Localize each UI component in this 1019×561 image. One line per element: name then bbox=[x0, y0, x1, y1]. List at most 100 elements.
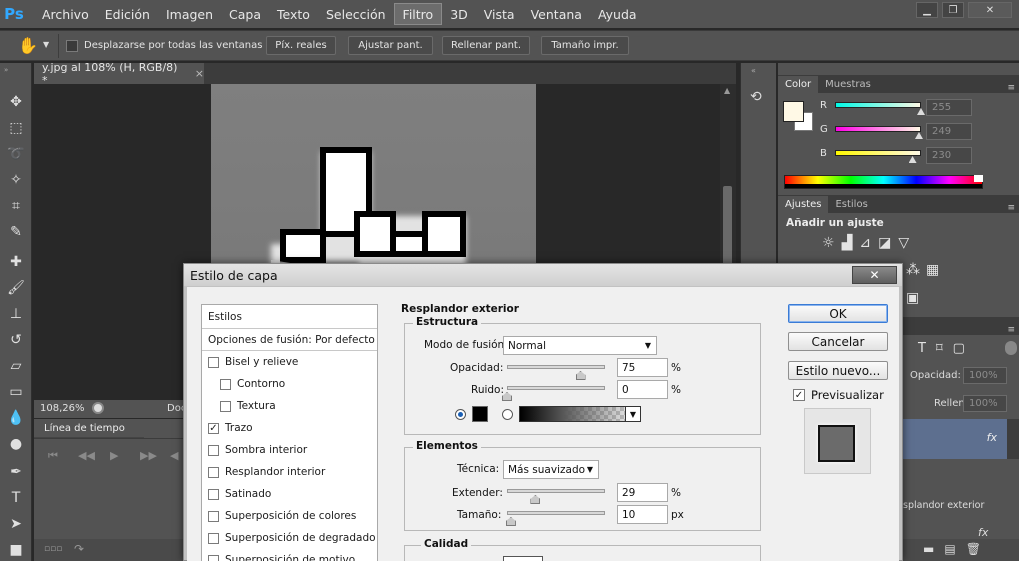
pen-tool-icon[interactable]: ✒ bbox=[4, 461, 28, 483]
checkbox-icon[interactable] bbox=[208, 356, 219, 368]
opacity-slider-track[interactable] bbox=[507, 365, 605, 369]
convert-icon[interactable]: ↷ bbox=[74, 542, 84, 556]
size-slider-track[interactable] bbox=[507, 511, 605, 515]
spread-slider-thumb[interactable] bbox=[530, 495, 541, 504]
channel-slider-g[interactable] bbox=[835, 126, 921, 132]
solid-color-radio[interactable] bbox=[455, 409, 466, 420]
menu-texto[interactable]: Texto bbox=[269, 3, 318, 25]
checkbox-icon[interactable] bbox=[208, 488, 219, 500]
opacity-input[interactable]: 75 bbox=[617, 358, 668, 377]
noise-slider-track[interactable] bbox=[507, 386, 605, 390]
style-item-trazo[interactable]: ✓ Trazo bbox=[202, 417, 377, 439]
gradient-tool-icon[interactable]: ▭ bbox=[4, 381, 28, 403]
color-lookup-icon[interactable]: ▦ bbox=[926, 262, 939, 278]
ok-button[interactable]: OK bbox=[788, 304, 888, 323]
new-style-button[interactable]: Estilo nuevo... bbox=[788, 361, 888, 380]
style-item-sombra-interior[interactable]: Sombra interior bbox=[202, 439, 377, 461]
style-item-contorno[interactable]: Contorno bbox=[202, 373, 377, 395]
scroll-up-icon[interactable]: ▲ bbox=[724, 86, 730, 95]
magic-wand-tool-icon[interactable]: ✧ bbox=[4, 169, 28, 191]
channel-mixer-icon[interactable]: ⁂ bbox=[906, 262, 920, 278]
eraser-tool-icon[interactable]: ▱ bbox=[4, 355, 28, 377]
gradient-radio[interactable] bbox=[502, 409, 513, 420]
menu-imagen[interactable]: Imagen bbox=[158, 3, 221, 25]
shape-tool-icon[interactable]: ■ bbox=[4, 539, 28, 561]
style-item-resplandor-interior[interactable]: Resplandor interior bbox=[202, 461, 377, 483]
dialog-close-button[interactable]: ✕ bbox=[852, 266, 897, 284]
audio-icon[interactable]: ◀ bbox=[170, 449, 178, 462]
fill-screen-button[interactable]: Rellenar pant. bbox=[442, 36, 530, 55]
marquee-tool-icon[interactable]: ⬚ bbox=[4, 117, 28, 139]
dodge-tool-icon[interactable]: ● bbox=[4, 433, 28, 455]
opacity-slider-thumb[interactable] bbox=[575, 371, 586, 380]
tab-styles[interactable]: Estilos bbox=[828, 196, 874, 213]
path-selection-tool-icon[interactable]: ➤ bbox=[4, 513, 28, 535]
chevron-down-icon[interactable]: ▼ bbox=[625, 407, 640, 421]
channel-slider-b[interactable] bbox=[835, 150, 921, 156]
history-brush-tool-icon[interactable]: ↺ bbox=[4, 329, 28, 351]
chevron-down-icon[interactable]: ▼ bbox=[43, 40, 49, 49]
panel-menu-icon[interactable]: ≡ bbox=[1003, 83, 1019, 93]
trash-icon[interactable]: 🗑 bbox=[966, 542, 981, 556]
style-item-textura[interactable]: Textura bbox=[202, 395, 377, 417]
checkbox-icon[interactable] bbox=[208, 554, 219, 561]
lasso-tool-icon[interactable]: ➰ bbox=[4, 143, 28, 165]
channel-slider-thumb[interactable] bbox=[908, 156, 917, 163]
fit-screen-button[interactable]: Ajustar pant. bbox=[348, 36, 433, 55]
document-tab[interactable]: y.jpg al 108% (H, RGB/8) * × bbox=[34, 61, 204, 87]
next-frame-icon[interactable]: ▶▶ bbox=[140, 449, 157, 462]
tab-swatches[interactable]: Muestras bbox=[818, 76, 878, 93]
cancel-button[interactable]: Cancelar bbox=[788, 332, 888, 351]
menu-edicion[interactable]: Edición bbox=[97, 3, 158, 25]
healing-brush-tool-icon[interactable]: ✚ bbox=[4, 251, 28, 273]
checkbox-icon[interactable] bbox=[208, 466, 219, 478]
channel-value-g[interactable]: 249 bbox=[926, 123, 972, 140]
checkbox-icon[interactable] bbox=[220, 378, 231, 390]
print-size-button[interactable]: Tamaño impr. bbox=[541, 36, 629, 55]
close-tab-icon[interactable]: × bbox=[195, 67, 204, 80]
blending-options-item[interactable]: Opciones de fusión: Por defecto bbox=[202, 329, 377, 351]
glow-color-swatch[interactable] bbox=[472, 406, 488, 422]
menu-ventana[interactable]: Ventana bbox=[523, 3, 590, 25]
gradient-picker[interactable]: ▼ bbox=[519, 406, 641, 422]
menu-vista[interactable]: Vista bbox=[476, 3, 523, 25]
spread-slider-track[interactable] bbox=[507, 489, 605, 493]
timeline-tab[interactable]: Línea de tiempo bbox=[34, 419, 144, 438]
share-icon[interactable] bbox=[92, 402, 104, 414]
vibrance-icon[interactable]: ▽ bbox=[898, 235, 909, 251]
first-frame-icon[interactable]: ⏮ bbox=[48, 449, 58, 463]
stamp-tool-icon[interactable]: ⊥ bbox=[4, 303, 28, 325]
checkbox-icon[interactable] bbox=[220, 400, 231, 412]
layer-opacity-input[interactable]: 100% bbox=[963, 367, 1007, 384]
checkbox-icon[interactable] bbox=[208, 532, 219, 544]
new-group-icon[interactable]: ▬ bbox=[923, 542, 934, 556]
frames-icon[interactable]: ▫▫▫ bbox=[44, 544, 62, 554]
menu-ayuda[interactable]: Ayuda bbox=[590, 3, 645, 25]
crop-tool-icon[interactable]: ⌗ bbox=[4, 195, 28, 217]
white-swatch[interactable] bbox=[974, 175, 983, 182]
preview-checkbox[interactable]: ✓ Previsualizar bbox=[793, 388, 884, 402]
levels-icon[interactable]: ▟ bbox=[842, 235, 853, 251]
style-item-superposicion-de-colores[interactable]: Superposición de colores bbox=[202, 505, 377, 527]
panel-menu-icon[interactable]: ≡ bbox=[1003, 203, 1019, 213]
size-slider-thumb[interactable] bbox=[505, 517, 516, 526]
checkbox-icon[interactable]: ✓ bbox=[208, 422, 219, 434]
channel-slider-r[interactable] bbox=[835, 102, 921, 108]
curves-icon[interactable]: ⊿ bbox=[859, 235, 871, 251]
layer-fx-icon[interactable]: fx bbox=[987, 431, 997, 444]
panel-menu-icon[interactable]: ≡ bbox=[1003, 325, 1019, 335]
channel-slider-thumb[interactable] bbox=[914, 132, 923, 139]
contour-picker[interactable] bbox=[503, 556, 543, 561]
channel-value-r[interactable]: 255 bbox=[926, 99, 972, 116]
move-tool-icon[interactable]: ✥ bbox=[4, 91, 28, 113]
color-spectrum[interactable] bbox=[784, 175, 983, 189]
zoom-level[interactable]: 108,26% bbox=[40, 403, 85, 414]
technique-select[interactable]: Más suavizado ▼ bbox=[503, 460, 599, 479]
hand-icon[interactable]: ✋ bbox=[18, 36, 38, 55]
layer-fill-input[interactable]: 100% bbox=[963, 395, 1007, 412]
new-layer-icon[interactable]: ▤ bbox=[944, 542, 955, 556]
spread-input[interactable]: 29 bbox=[617, 483, 668, 502]
type-tool-icon[interactable]: T bbox=[4, 487, 28, 509]
shape-filter-icon[interactable]: ⌑ bbox=[936, 341, 943, 356]
actual-pixels-button[interactable]: Píx. reales bbox=[266, 36, 336, 55]
